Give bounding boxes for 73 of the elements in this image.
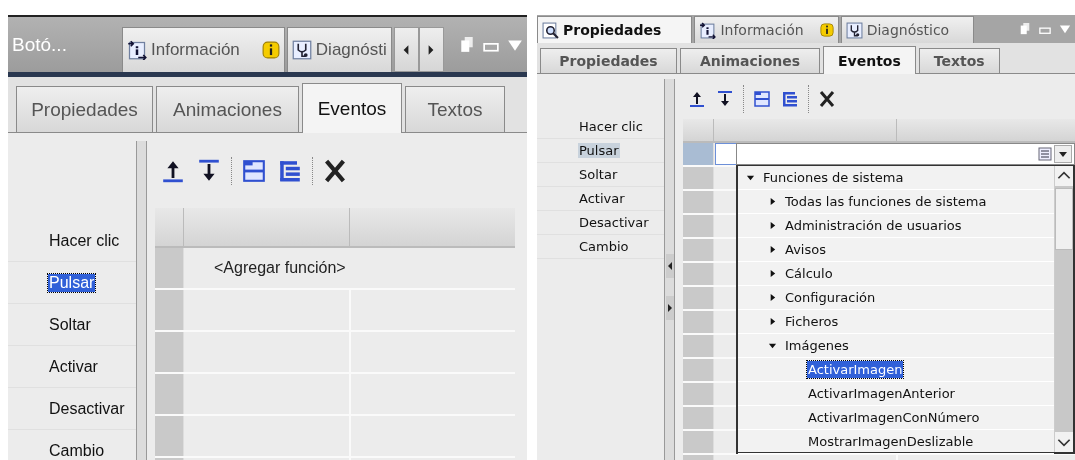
collapsed-arrow-icon[interactable] (768, 317, 777, 326)
event-item[interactable]: Cambio (48, 441, 106, 460)
event-item[interactable]: Activar (48, 357, 99, 376)
scroll-down-icon[interactable] (1055, 432, 1073, 452)
table-cell[interactable]: <Agregar función> (184, 248, 515, 288)
panel-tab[interactable]: Información (122, 27, 285, 72)
tree-item[interactable]: Administración de usuarios (785, 218, 962, 233)
panel-title: Botó... (12, 33, 68, 56)
info-arrows-icon (699, 21, 717, 39)
collapse-right-icon[interactable] (665, 296, 674, 320)
tree-item[interactable]: ActivarImagen (807, 361, 904, 378)
collapsed-arrow-icon[interactable] (768, 245, 777, 254)
magnifier-icon (542, 21, 559, 39)
function-dropdown-field[interactable] (736, 143, 1075, 165)
delete-icon[interactable] (817, 88, 837, 109)
sub-tab[interactable]: Propiedades (16, 86, 153, 132)
sub-tab[interactable]: Animaciones (680, 48, 820, 73)
event-item[interactable]: Desactivar (578, 215, 650, 230)
dropdown-button[interactable] (1054, 145, 1072, 163)
input-cell[interactable] (715, 143, 736, 165)
splitter-handle[interactable] (664, 79, 675, 460)
info-arrows-icon (127, 40, 147, 60)
tree-item[interactable]: Avisos (785, 242, 826, 257)
tree-item[interactable]: Funciones de sistema (763, 170, 904, 185)
panel-tab[interactable]: Diagnóstico (840, 16, 975, 43)
splitter-handle[interactable] (136, 141, 147, 460)
event-item[interactable]: Pulsar (48, 273, 96, 292)
tree-item[interactable]: Configuración (785, 290, 876, 305)
expanded-arrow-icon[interactable] (768, 341, 777, 350)
scroll-left-button[interactable] (393, 27, 419, 72)
list-icon[interactable] (1038, 147, 1052, 161)
panel-tab[interactable]: Diagnósti (286, 27, 392, 72)
sub-tab[interactable]: Propiedades (540, 48, 677, 73)
tree-item[interactable]: ActivarImagenAnterior (807, 385, 956, 402)
stethoscope-icon (291, 40, 312, 60)
caret-down-icon (1058, 149, 1068, 159)
panel-tab[interactable]: Información (694, 16, 839, 43)
event-item[interactable]: Pulsar (578, 143, 620, 158)
float-window-icon[interactable] (1019, 23, 1031, 35)
caret-down-icon[interactable] (1059, 23, 1071, 35)
sub-tab[interactable]: Eventos (302, 83, 402, 133)
float-window-icon[interactable] (459, 35, 475, 54)
event-item[interactable]: Hacer clic (48, 231, 121, 250)
tree-item[interactable]: Cálculo (785, 266, 833, 281)
collapsed-arrow-icon[interactable] (768, 197, 777, 206)
sub-tab[interactable]: Eventos (823, 46, 916, 74)
tree-item[interactable]: MostrarImagenDeslizable (807, 433, 975, 450)
panel-tab[interactable]: Propiedades (537, 16, 693, 43)
folder-icon[interactable] (752, 88, 772, 109)
event-item[interactable]: Activar (578, 191, 626, 206)
scroll-up-icon[interactable] (1055, 166, 1073, 186)
tree-item[interactable]: Ficheros (785, 314, 839, 329)
event-item[interactable]: Soltar (578, 167, 619, 182)
scroll-thumb[interactable] (1055, 188, 1073, 250)
collapsed-arrow-icon[interactable] (768, 293, 777, 302)
stethoscope-icon (845, 21, 863, 39)
collapse-left-icon[interactable] (665, 254, 674, 278)
event-item[interactable]: Cambio (578, 239, 630, 254)
tree-item[interactable]: Imágenes (785, 338, 849, 353)
sub-tab[interactable]: Textos (918, 48, 1000, 73)
collapsed-arrow-icon[interactable] (768, 221, 777, 230)
sub-tab[interactable]: Textos (405, 86, 505, 132)
expanded-arrow-icon[interactable] (746, 173, 755, 182)
sub-tab[interactable]: Animaciones (156, 86, 299, 132)
event-item[interactable]: Soltar (48, 315, 92, 334)
scrollbar[interactable] (1054, 166, 1073, 452)
collapsed-arrow-icon[interactable] (768, 269, 777, 278)
tree-item[interactable]: ActivarImagenConNúmero (807, 409, 981, 426)
tree-item[interactable]: Todas las funciones de sistema (785, 194, 987, 209)
row-header[interactable] (683, 143, 714, 165)
scroll-right-button[interactable] (418, 27, 444, 72)
event-item[interactable]: Desactivar (48, 399, 126, 418)
event-item[interactable]: Hacer clic (578, 119, 644, 134)
